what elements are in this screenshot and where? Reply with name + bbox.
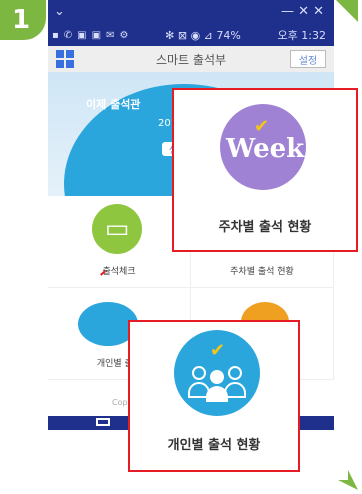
individual-status-callout: ✔ 개인별 출석 현황: [128, 320, 300, 472]
weekly-status-label: 주차별 출석 현황: [218, 220, 312, 235]
person-icon: [224, 366, 246, 398]
checkmark-icon: ✔: [210, 340, 226, 361]
recent-apps-icon[interactable]: [96, 418, 110, 426]
status-indicators: ✻ ⊠ ◉ ⊿ 74%: [165, 28, 241, 42]
week-calendar-icon: ✔ Week: [220, 104, 306, 190]
clock: 오후 1:32: [277, 29, 326, 42]
notification-icons: ▪ ✆ ▣ ▣ ✉ ⚙: [52, 29, 129, 41]
settings-button[interactable]: 설정: [290, 50, 326, 68]
arrow-next-icon: [326, 458, 362, 494]
status-bar: ⌄ — ✕ ✕ ▪ ✆ ▣ ▣ ✉ ⚙ ✻ ⊠ ◉ ⊿ 74% 오후 1:32: [48, 0, 334, 46]
banner-headline: 이제 출석관: [86, 98, 141, 111]
individual-status-label: 개인별 출석 현황: [167, 438, 261, 453]
arrow-top-icon: [336, 0, 358, 22]
menu-item-label: 주차별 출석 현황: [230, 267, 294, 277]
weekly-status-callout: ✔ Week 주차별 출석 현황: [172, 88, 358, 252]
step-number-badge: 1: [0, 0, 46, 40]
app-header: 스마트 출석부 설정: [48, 46, 334, 72]
book-icon: ▭: [92, 204, 142, 254]
menu-item-attendance-check[interactable]: ▭ 출석체크: [48, 196, 191, 288]
copyright-text: Cop: [112, 398, 128, 407]
people-group-icon: ✔: [174, 330, 260, 416]
menu-item-label: 출석체크: [102, 267, 136, 277]
notification-icon: ▪: [52, 29, 59, 41]
grid-menu-icon[interactable]: [56, 50, 74, 68]
window-controls[interactable]: — ✕ ✕: [281, 4, 324, 19]
week-icon-text: Week: [226, 134, 305, 164]
chevron-down-icon: ⌄: [54, 4, 65, 19]
